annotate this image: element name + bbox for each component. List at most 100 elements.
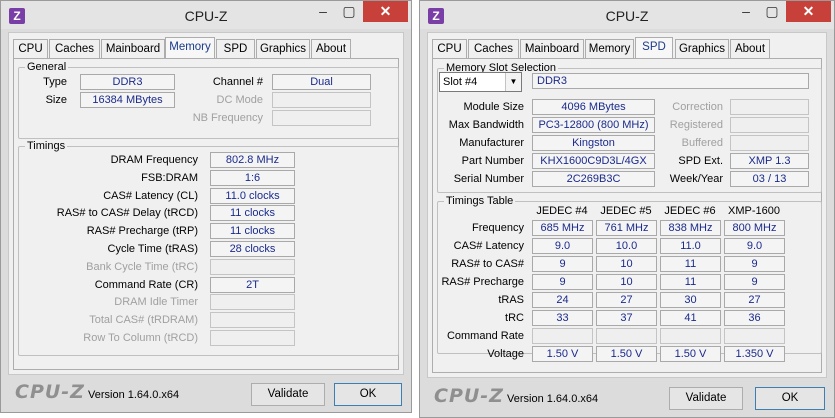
timing-cell: 9.0 xyxy=(724,238,785,254)
type-value: DDR3 xyxy=(80,74,175,90)
tab-memory[interactable]: Memory xyxy=(585,39,634,58)
ok-button[interactable]: OK xyxy=(334,383,402,406)
slot-detail-value: PC3-12800 (800 MHz) xyxy=(532,117,655,133)
minimize-button[interactable]: ‒ xyxy=(310,1,336,22)
tab-caches[interactable]: Caches xyxy=(49,39,100,58)
tab-mainboard[interactable]: Mainboard xyxy=(101,39,165,58)
timing-cell: 27 xyxy=(724,292,785,308)
timing-value: 2T xyxy=(210,276,295,293)
timing-label: DRAM Frequency xyxy=(110,154,198,166)
timings-group: Timings DRAM Frequency 802.8 MHz FSB:DRAM 1… xyxy=(18,140,399,356)
tab-memory[interactable]: Memory xyxy=(165,37,215,59)
size-value: 16384 MBytes xyxy=(80,92,175,108)
minimize-button[interactable]: ‒ xyxy=(733,1,759,22)
timing-cell: 838 MHz xyxy=(660,220,721,236)
ok-button[interactable]: OK xyxy=(755,387,825,410)
tab-cpu[interactable]: CPU xyxy=(13,39,48,58)
tab-about[interactable]: About xyxy=(311,39,351,58)
timing-row-label: RAS# Precharge xyxy=(441,276,524,288)
timings-group-title: Timings xyxy=(25,140,68,152)
timing-label: DRAM Idle Timer xyxy=(114,296,198,309)
channel-label: Channel # xyxy=(212,76,263,88)
timing-cell: 1.50 V xyxy=(532,346,593,362)
timing-value: 802.8 MHz xyxy=(210,152,295,168)
timing-label: Row To Column (tRCD) xyxy=(83,332,198,344)
tab-spd[interactable]: SPD xyxy=(216,39,255,58)
slot-detail-value: 03 / 13 xyxy=(730,171,809,187)
slot-detail-value: Kingston xyxy=(532,135,655,151)
timing-cell: 41 xyxy=(660,310,721,326)
window-body: CPU Caches Mainboard Memory SPD Graphics… xyxy=(8,32,404,375)
column-header: XMP-1600 xyxy=(728,205,780,217)
validate-button[interactable]: Validate xyxy=(669,387,743,410)
tab-caches[interactable]: Caches xyxy=(468,39,519,58)
timing-cell: 36 xyxy=(724,310,785,326)
spd-panel: Memory Slot Selection Slot #4 ▼ DDR3 Mod… xyxy=(432,58,822,373)
validate-button[interactable]: Validate xyxy=(251,383,325,406)
timing-row-label: RAS# to CAS# xyxy=(451,258,524,270)
general-group: General Type DDR3 Size 16384 MBytes Chan… xyxy=(18,61,399,139)
timing-cell xyxy=(660,328,721,344)
slot-detail-value: 4096 MBytes xyxy=(532,99,655,115)
slot-detail-label: Max Bandwidth xyxy=(448,119,524,131)
slot-detail-label: Module Size xyxy=(463,101,524,113)
timing-cell: 1.50 V xyxy=(660,346,721,362)
tab-cpu[interactable]: CPU xyxy=(432,39,467,58)
nb-frequency-label: NB Frequency xyxy=(192,112,263,124)
timing-value: 11 clocks xyxy=(210,205,295,222)
timing-cell: 30 xyxy=(660,292,721,308)
maximize-button[interactable]: ▢ xyxy=(336,1,362,22)
timing-cell: 10.0 xyxy=(596,238,657,254)
timing-row-label: Voltage xyxy=(487,348,524,360)
chevron-down-icon[interactable]: ▼ xyxy=(505,73,521,91)
timing-cell: 11.0 xyxy=(660,238,721,254)
timing-label: RAS# to CAS# Delay (tRCD) xyxy=(56,207,198,220)
timings-table-group: Timings Table JEDEC #4 JEDEC #5 JEDEC #6 XM… xyxy=(437,195,822,362)
timing-cell: 9.0 xyxy=(532,238,593,254)
slot-detail-value xyxy=(730,99,809,115)
timing-cell: 9 xyxy=(724,256,785,272)
timing-cell: 761 MHz xyxy=(596,220,657,236)
type-label: Type xyxy=(43,76,67,88)
column-header: JEDEC #6 xyxy=(664,205,716,217)
timing-row-label: CAS# Latency xyxy=(453,240,524,252)
timing-cell: 33 xyxy=(532,310,593,326)
close-button[interactable]: ✕ xyxy=(363,1,408,22)
timing-value: 11 clocks xyxy=(210,223,295,240)
dc-mode-value xyxy=(272,92,371,108)
slot-detail-label: Serial Number xyxy=(453,173,524,185)
tab-graphics[interactable]: Graphics xyxy=(256,39,310,58)
timing-cell: 11 xyxy=(660,274,721,290)
window-body: CPU Caches Mainboard Memory SPD Graphics… xyxy=(427,32,827,378)
timing-cell: 27 xyxy=(596,292,657,308)
slot-select-value: Slot #4 xyxy=(443,76,478,88)
timing-label: Bank Cycle Time (tRC) xyxy=(86,260,198,273)
slot-detail-label: Registered xyxy=(669,119,723,131)
slot-detail-value xyxy=(730,135,809,151)
version-text: Version 1.64.0.x64 xyxy=(88,389,180,401)
slot-detail-label: Part Number xyxy=(461,155,524,167)
title-bar[interactable]: Z CPU-Z ‒ ▢ ✕ xyxy=(1,1,411,29)
timing-cell: 9 xyxy=(532,274,593,290)
tab-mainboard[interactable]: Mainboard xyxy=(520,39,584,58)
tab-about[interactable]: About xyxy=(730,39,770,58)
timing-cell: 10 xyxy=(596,274,657,290)
timing-label: RAS# Precharge (tRP) xyxy=(86,225,198,238)
title-bar[interactable]: Z CPU-Z ‒ ▢ ✕ xyxy=(420,1,834,29)
tab-graphics[interactable]: Graphics xyxy=(675,39,729,58)
timing-value: 28 clocks xyxy=(210,241,295,257)
slot-select[interactable]: Slot #4 ▼ xyxy=(439,72,522,92)
timing-cell: 9 xyxy=(532,256,593,272)
timing-value xyxy=(210,258,295,275)
memory-slot-group: Memory Slot Selection Slot #4 ▼ DDR3 Mod… xyxy=(437,62,822,193)
dc-mode-label: DC Mode xyxy=(216,94,263,106)
maximize-button[interactable]: ▢ xyxy=(759,1,785,22)
slot-detail-value: XMP 1.3 xyxy=(730,153,809,169)
timing-cell xyxy=(724,328,785,344)
timing-label: Command Rate (CR) xyxy=(94,278,198,291)
close-button[interactable]: ✕ xyxy=(786,1,831,22)
cpuz-logo: CPU-Z xyxy=(15,381,85,403)
timing-label: CAS# Latency (CL) xyxy=(103,189,198,202)
tab-spd[interactable]: SPD xyxy=(635,37,673,59)
timing-cell: 37 xyxy=(596,310,657,326)
